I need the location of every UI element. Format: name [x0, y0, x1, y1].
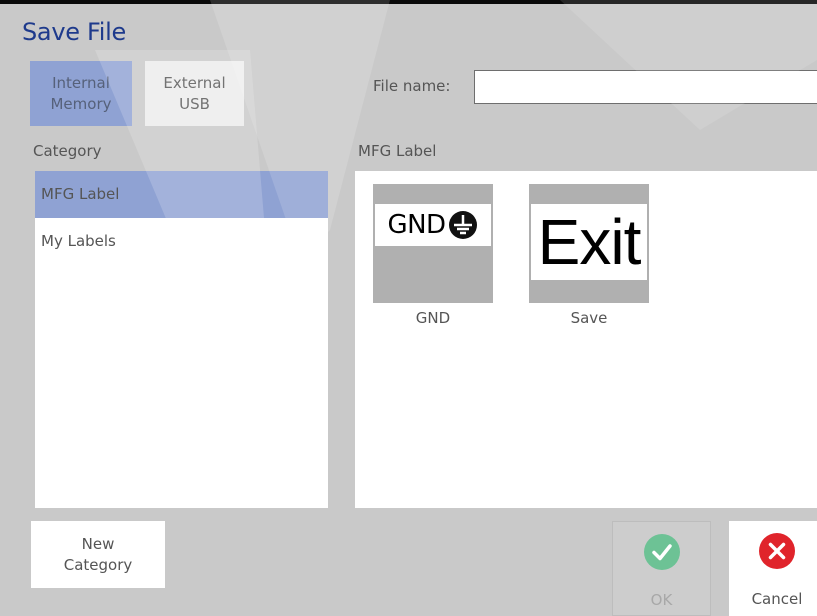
checkmark-icon [643, 534, 680, 570]
file-name-input[interactable] [474, 70, 817, 104]
ground-symbol-icon [448, 211, 477, 239]
cancel-button[interactable]: Cancel [729, 521, 817, 616]
category-list: MFG Label My Labels [35, 171, 328, 508]
close-icon [759, 533, 795, 569]
file-name-label: File name: [373, 77, 451, 95]
preview-text: Exit [537, 206, 642, 278]
files-header: MFG Label [358, 142, 437, 160]
external-usb-button[interactable]: External USB [145, 61, 244, 126]
ok-label: OK [650, 591, 673, 609]
label-thumbnail: Exit [529, 184, 649, 303]
preview-text: GND [387, 210, 446, 240]
dialog-title: Save File [22, 18, 126, 46]
file-name: GND [415, 309, 451, 327]
category-item-label: My Labels [41, 232, 116, 250]
internal-memory-button[interactable]: Internal Memory [30, 61, 132, 126]
file-browser-panel: GND GND Exit Save [355, 171, 817, 508]
cancel-label: Cancel [751, 590, 803, 608]
ok-button[interactable]: OK [612, 521, 711, 616]
label-thumbnail: GND [373, 184, 493, 303]
category-item-mfg-label[interactable]: MFG Label [35, 171, 328, 218]
new-category-button[interactable]: New Category [31, 521, 165, 588]
category-item-label: MFG Label [41, 185, 120, 203]
top-border [0, 0, 817, 4]
category-item-my-labels[interactable]: My Labels [35, 218, 328, 265]
file-name: Save [570, 309, 608, 327]
category-header: Category [33, 142, 102, 160]
